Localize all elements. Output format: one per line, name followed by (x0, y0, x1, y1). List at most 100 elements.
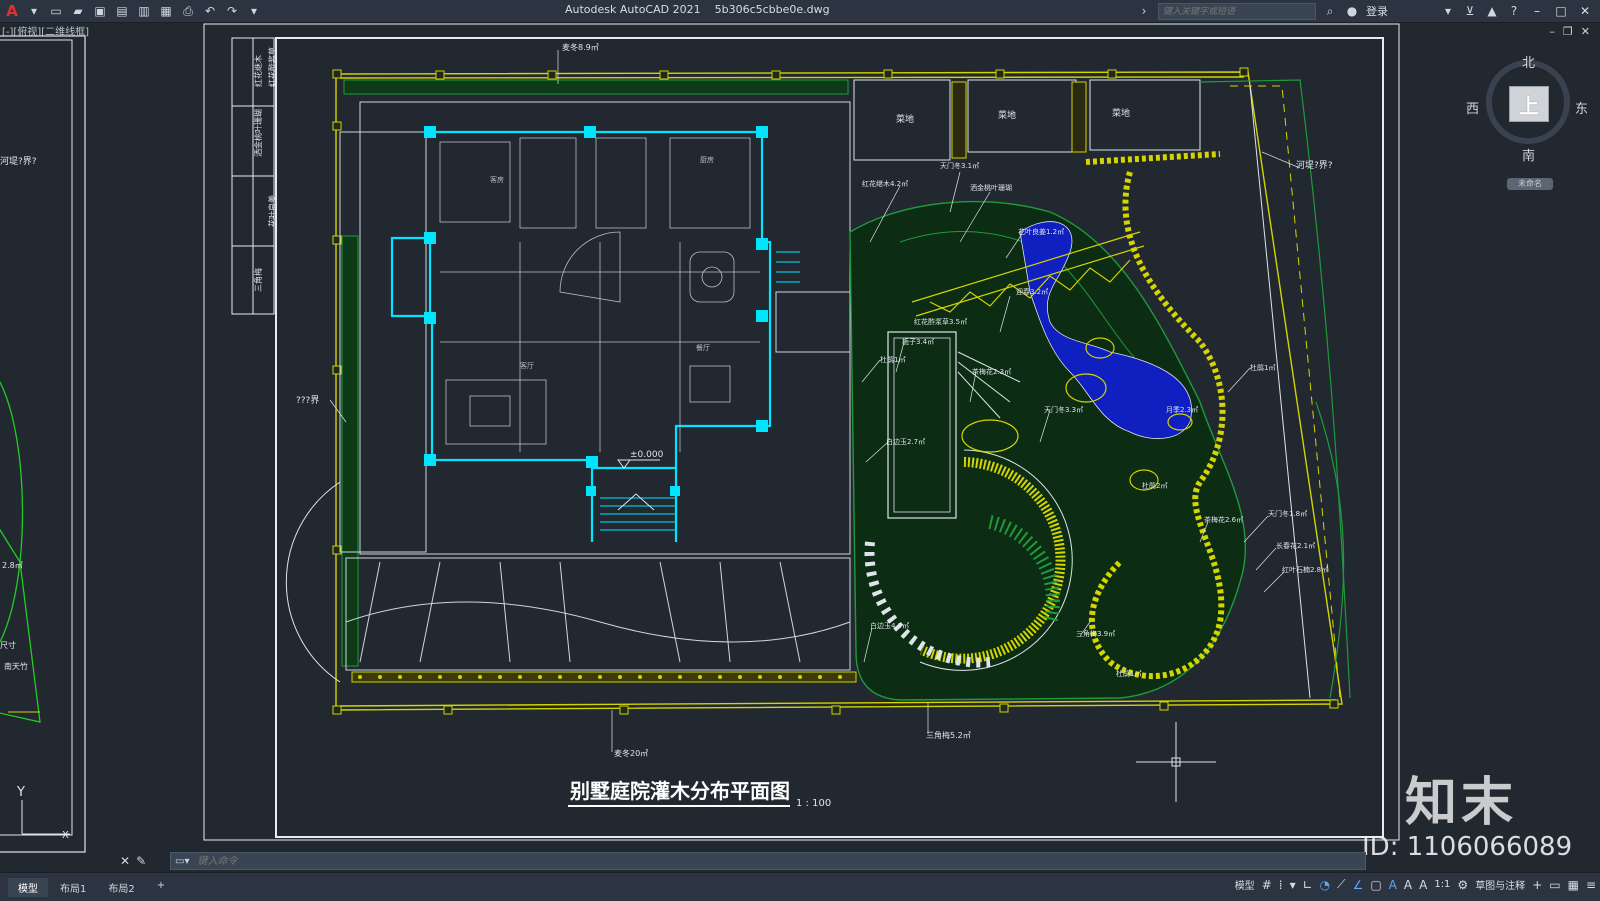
annotation-monitor-icon[interactable]: + (1532, 878, 1542, 892)
search-icon[interactable]: ⌕ (1322, 3, 1338, 19)
tab-layout1[interactable]: 布局1 (50, 878, 96, 897)
snap-icon[interactable]: ⁞ (1279, 878, 1283, 892)
svg-text:红花酢浆草: 红花酢浆草 (267, 47, 277, 87)
svg-text:红花继木: 红花继木 (253, 55, 263, 87)
command-close-icon[interactable]: ✕ (120, 854, 130, 868)
command-input[interactable] (195, 854, 1365, 868)
help-icon[interactable]: ? (1506, 3, 1522, 19)
wcs-menu-button[interactable]: 未命名 (1507, 178, 1553, 190)
veg-plot-label-1: 菜地 (896, 113, 914, 125)
compass-south[interactable]: 南 (1522, 145, 1535, 164)
annotation-visibility-icon[interactable]: A (1389, 878, 1397, 892)
driveway-arc (285, 481, 341, 683)
recent-commands-icon[interactable]: ▭▾ (175, 856, 189, 867)
watermark-logo: 知末 (1405, 773, 1518, 833)
login-dropdown-icon[interactable]: ▾ (1440, 3, 1456, 19)
label-boundary-left: ???界 (296, 395, 319, 406)
annotation-scale-icon[interactable]: A (1419, 878, 1427, 892)
a360-icon[interactable]: ▲ (1484, 3, 1500, 19)
help-search-input[interactable] (1158, 2, 1316, 20)
label-plant-q: 红叶石楠2.8㎡ (1282, 565, 1328, 574)
label-plant-p: 长春花2.1㎡ (1276, 541, 1315, 550)
title-bar: A ▾ ▭ ▰ ▣ ▤ ▥ ▦ ⎙ ↶ ↷ ▾ Autodesk AutoCAD… (0, 0, 1600, 23)
viewcube-top-face[interactable]: 上 (1509, 86, 1549, 122)
left-label-4: 尺寸 (0, 640, 16, 650)
label-top-plant: 麦冬8.9㎡ (562, 42, 599, 52)
maximize-button[interactable]: □ (1552, 4, 1570, 18)
label-plant-n: 杜鹃1㎡ (1250, 363, 1275, 372)
object-snap-tracking-icon[interactable]: ∠ (1353, 878, 1364, 892)
auto-scale-icon[interactable]: A (1404, 878, 1412, 892)
command-line: ✕ ✎ ▭▾ (120, 852, 1600, 870)
svg-text:洒金桃叶珊瑚: 洒金桃叶珊瑚 (253, 109, 263, 157)
user-icon[interactable]: ● (1344, 3, 1360, 19)
workspace-switch[interactable]: 草图与注释 (1475, 877, 1525, 892)
save-icon[interactable]: ▣ (92, 3, 108, 19)
plot-preview-icon[interactable]: ▦ (158, 3, 174, 19)
print-icon[interactable]: ⎙ (180, 3, 196, 19)
label-plant-g: 红花酢浆草3.5㎡ (914, 317, 967, 326)
status-bar: 模型 布局1 布局2 + 模型 # ⁞ ▾ ∟ ◔ ⟋ ∠ ▢ A A A 1:… (0, 872, 1600, 901)
close-button[interactable]: ✕ (1576, 4, 1594, 18)
label-bottom-plant: 麦冬20㎡ (614, 748, 648, 758)
drawing-scale: 1 : 100 (796, 798, 831, 809)
crosshair-cursor (1136, 722, 1216, 802)
ortho-icon[interactable]: ∟ (1303, 878, 1313, 892)
label-plant-d: 迎春3.2㎡ (1016, 287, 1048, 296)
room-label-dining: 餐厅 (696, 343, 710, 352)
open-icon[interactable]: ▰ (70, 3, 86, 19)
search-expand-icon[interactable]: › (1136, 3, 1152, 19)
ucs-y-label: Y (16, 785, 25, 800)
label-plant-h: 茶梅花2.3㎡ (972, 367, 1011, 376)
undo-icon[interactable]: ↶ (202, 3, 218, 19)
snap-dropdown-icon[interactable]: ▾ (1290, 878, 1296, 892)
isodraft-icon[interactable]: ⟋ (1337, 877, 1345, 892)
veg-plot-label-3: 菜地 (1112, 107, 1130, 119)
building-walls (390, 130, 772, 542)
label-plant-t: 杜鹃1㎡ (1116, 669, 1141, 678)
login-button[interactable]: 登录 (1366, 3, 1388, 19)
customize-icon[interactable]: ▾ (246, 3, 262, 19)
application-menu-chevron-icon[interactable]: ▾ (26, 3, 42, 19)
garden-path-top (1085, 151, 1221, 165)
model-space-button[interactable]: 模型 (1235, 877, 1255, 892)
tab-layout2[interactable]: 布局2 (98, 878, 144, 897)
label-plant-m: 三角梅3.9㎡ (1076, 629, 1115, 638)
label-plant-a: 花叶良姜1.2㎡ (1018, 227, 1064, 236)
customization-icon[interactable]: ≡ (1586, 878, 1596, 892)
compass-north[interactable]: 北 (1522, 52, 1535, 71)
viewcube[interactable]: 上 北 南 西 东 未命名 (1466, 56, 1588, 200)
polar-tracking-icon[interactable]: ◔ (1320, 878, 1330, 892)
drawing-canvas[interactable]: 河堤?界? 2.8㎡ 南天竹 尺寸 Y X 红花继木 红花酢浆草 洒金桃叶珊瑚 … (0, 22, 1600, 870)
compass-east[interactable]: 东 (1575, 98, 1588, 117)
add-layout-button[interactable]: + (147, 878, 175, 897)
command-box: ▭▾ (170, 852, 1366, 870)
left-label-1: 河堤?界? (0, 155, 37, 167)
autocad-logo-icon[interactable]: A (4, 2, 20, 20)
room-label-kitchen: 厨房 (700, 155, 714, 164)
redo-icon[interactable]: ↷ (224, 3, 240, 19)
north-hedge (343, 79, 849, 95)
publish-icon[interactable]: ▥ (136, 3, 152, 19)
ucs-x-label: X (62, 830, 69, 841)
save-as-icon[interactable]: ▤ (114, 3, 130, 19)
label-river-boundary: 河堤?界? (1296, 159, 1333, 171)
minimize-button[interactable]: – (1528, 4, 1546, 18)
cart-icon[interactable]: ⊻ (1462, 3, 1478, 19)
label-plant-b: 洒金桃叶珊瑚 (970, 183, 1012, 192)
tab-model[interactable]: 模型 (8, 877, 48, 897)
annotation-scale-value[interactable]: 1:1 (1434, 879, 1450, 890)
label-plant-o: 天门冬1.8㎡ (1268, 509, 1307, 518)
object-snap-icon[interactable]: ▢ (1370, 878, 1381, 892)
workspace-gear-icon[interactable]: ⚙ (1457, 878, 1468, 892)
command-customize-icon[interactable]: ✎ (136, 854, 146, 868)
label-plant-j: 月季2.3㎡ (1166, 405, 1198, 414)
grid-icon[interactable]: # (1262, 878, 1272, 892)
new-icon[interactable]: ▭ (48, 3, 64, 19)
elevation-label: ±0.000 (630, 450, 664, 460)
compass-west[interactable]: 西 (1466, 98, 1479, 117)
svg-text:花叶良姜: 花叶良姜 (267, 195, 277, 227)
quick-properties-icon[interactable]: ▦ (1568, 878, 1579, 892)
label-plant-c: 红花继木4.2㎡ (862, 179, 908, 188)
units-icon[interactable]: ▭ (1549, 878, 1560, 892)
